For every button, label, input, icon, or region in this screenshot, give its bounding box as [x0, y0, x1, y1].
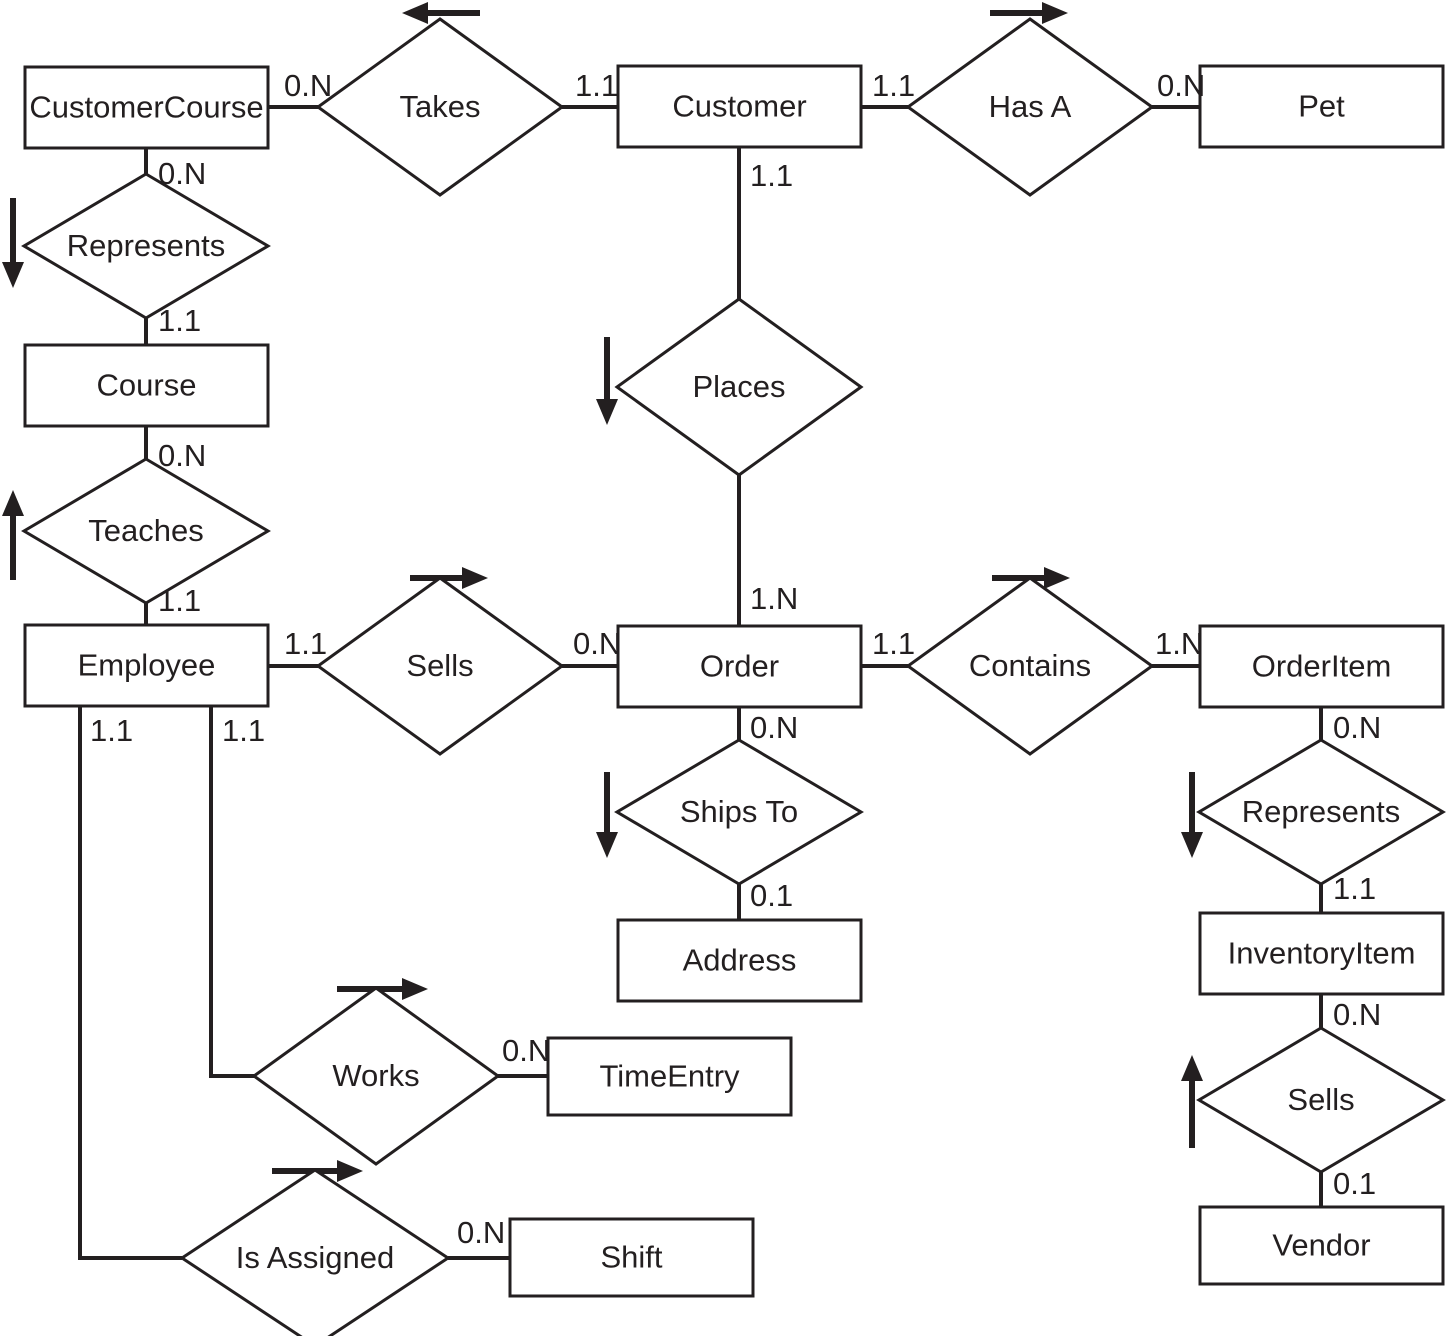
card-employee-works: 1.1: [222, 713, 265, 748]
relationship-sells-2[interactable]: Sells: [1196, 1026, 1446, 1174]
card-sells-order: 0.N: [573, 626, 621, 661]
relationship-label-represents-2: Represents: [1242, 794, 1401, 829]
entity-customer[interactable]: Customer: [616, 64, 863, 149]
arrow-places-head: [596, 399, 618, 425]
entity-customercourse[interactable]: CustomerCourse: [23, 65, 270, 150]
card-shipsto-address: 0.1: [750, 878, 793, 913]
entity-vendor[interactable]: Vendor: [1198, 1205, 1445, 1286]
relationship-contains[interactable]: Contains: [905, 576, 1155, 756]
entity-label-employee: Employee: [78, 648, 216, 683]
relationship-teaches[interactable]: Teaches: [21, 457, 271, 605]
relationship-represents-1[interactable]: Represents: [21, 172, 271, 320]
relationship-label-places: Places: [692, 369, 785, 404]
entity-course[interactable]: Course: [23, 343, 270, 428]
relationship-label-is-assigned: Is Assigned: [236, 1240, 395, 1275]
arrow-works-head: [402, 978, 428, 1000]
arrow-hasa-head: [1042, 2, 1068, 24]
card-teaches-employee: 1.1: [158, 583, 201, 618]
entity-label-order: Order: [700, 649, 779, 684]
card-order-contains: 1.1: [872, 626, 915, 661]
entity-label-vendor: Vendor: [1272, 1228, 1370, 1263]
arrow-teaches-head: [2, 490, 24, 516]
conn-employee-isassigned: [78, 707, 182, 1260]
entity-timeentry[interactable]: TimeEntry: [546, 1036, 793, 1117]
relationship-ships-to[interactable]: Ships To: [614, 738, 864, 886]
relationship-is-assigned[interactable]: Is Assigned: [179, 1168, 451, 1336]
relationship-represents-2[interactable]: Represents: [1196, 738, 1446, 886]
relationship-label-ships-to: Ships To: [680, 794, 798, 829]
er-diagram-svg: Takes Has A Represents Teaches Places Sells Co…: [2, 2, 1446, 1336]
entity-label-inventoryitem: InventoryItem: [1228, 936, 1416, 971]
card-orderitem-rep: 0.N: [1333, 710, 1381, 745]
arrow-sells-2-head: [1181, 1055, 1203, 1081]
relationship-label-teaches: Teaches: [88, 513, 203, 548]
entity-label-customercourse: CustomerCourse: [29, 90, 263, 125]
card-employee-isassigned: 1.1: [90, 713, 133, 748]
relationship-label-sells-1: Sells: [406, 648, 473, 683]
card-takes-customer: 1.1: [575, 68, 618, 103]
arrow-represents-1: [2, 198, 24, 288]
entity-label-timeentry: TimeEntry: [599, 1059, 740, 1094]
arrow-represents-2: [1181, 772, 1203, 858]
conn-employee-works: [209, 707, 254, 1078]
entity-label-customer: Customer: [672, 89, 806, 124]
relationship-works[interactable]: Works: [251, 986, 501, 1166]
entity-label-pet: Pet: [1298, 89, 1345, 124]
arrow-sells-1-head: [462, 567, 488, 589]
entity-order[interactable]: Order: [616, 624, 863, 709]
relationship-label-contains: Contains: [969, 648, 1091, 683]
arrow-teaches: [2, 490, 24, 580]
arrow-represents-1-head: [2, 262, 24, 288]
arrow-places: [596, 337, 618, 425]
arrow-takes-head: [402, 2, 428, 24]
card-customercourse-rep: 0.N: [158, 156, 206, 191]
card-customer-places: 1.1: [750, 158, 793, 193]
card-places-order: 1.N: [750, 581, 798, 616]
card-works-timeentry: 0.N: [502, 1033, 550, 1068]
entity-label-address: Address: [683, 943, 797, 978]
relationship-label-represents-1: Represents: [67, 228, 226, 263]
entity-pet[interactable]: Pet: [1198, 64, 1445, 149]
card-contains-orderitem: 1.N: [1155, 626, 1203, 661]
card-course-teaches: 0.N: [158, 438, 206, 473]
relationship-takes[interactable]: Takes: [315, 17, 565, 197]
card-hasa-pet: 0.N: [1157, 68, 1205, 103]
card-inventoryitem-sells: 0.N: [1333, 997, 1381, 1032]
arrow-shipsto-head: [596, 832, 618, 858]
card-employee-sells: 1.1: [284, 626, 327, 661]
entity-label-orderitem: OrderItem: [1252, 649, 1392, 684]
entity-address[interactable]: Address: [616, 918, 863, 1003]
arrow-contains-head: [1044, 567, 1070, 589]
card-rep-inventoryitem: 1.1: [1333, 871, 1376, 906]
arrow-represents-2-head: [1181, 832, 1203, 858]
relationship-places[interactable]: Places: [614, 297, 864, 477]
entity-shift[interactable]: Shift: [508, 1217, 755, 1298]
arrow-isassigned-head: [337, 1160, 363, 1182]
card-sells-vendor: 0.1: [1333, 1166, 1376, 1201]
card-customer-hasa: 1.1: [872, 68, 915, 103]
relationship-label-works: Works: [332, 1058, 419, 1093]
arrow-shipsto: [596, 772, 618, 858]
relationship-label-sells-2: Sells: [1287, 1082, 1354, 1117]
entity-label-shift: Shift: [600, 1240, 662, 1275]
er-diagram-canvas: Takes Has A Represents Teaches Places Sells Co…: [0, 0, 1452, 1336]
entity-inventoryitem[interactable]: InventoryItem: [1198, 911, 1445, 996]
relationship-label-takes: Takes: [400, 89, 481, 124]
relationship-label-has-a: Has A: [989, 89, 1072, 124]
card-rep-course: 1.1: [158, 303, 201, 338]
card-isassigned-shift: 0.N: [457, 1215, 505, 1250]
entity-employee[interactable]: Employee: [23, 623, 270, 708]
entity-orderitem[interactable]: OrderItem: [1198, 624, 1445, 709]
card-order-shipsto: 0.N: [750, 710, 798, 745]
relationship-sells-1[interactable]: Sells: [315, 576, 565, 756]
entity-label-course: Course: [97, 368, 197, 403]
relationship-has-a[interactable]: Has A: [905, 17, 1155, 197]
card-customercourse-takes: 0.N: [284, 68, 332, 103]
